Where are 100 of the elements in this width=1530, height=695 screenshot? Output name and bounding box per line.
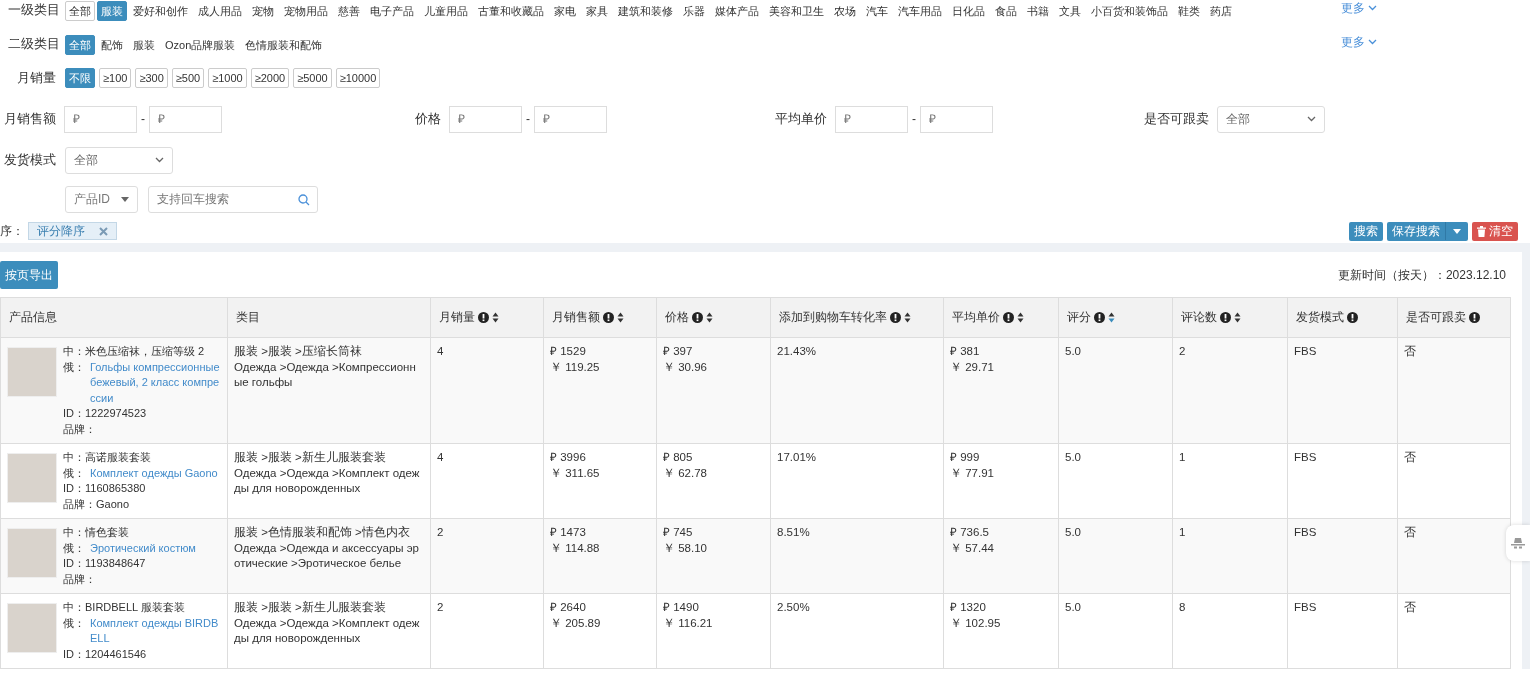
range-separator: - <box>526 111 530 128</box>
filter-option[interactable]: ≥500 <box>171 68 205 88</box>
cell-text: ￥ 58.10 <box>663 540 708 556</box>
search-type-select[interactable]: 产品ID <box>65 185 138 213</box>
more-link[interactable]: 更多 <box>1341 35 1377 49</box>
cell-text: 否 <box>1404 450 1417 465</box>
clear-button[interactable]: 清空 <box>1472 221 1518 241</box>
cell-text: 2.50% <box>777 600 811 615</box>
label-text: 俄： <box>63 540 85 556</box>
cell-text: 5.0 <box>1065 600 1082 615</box>
input-field[interactable]: ₽ <box>64 105 137 133</box>
filter-option[interactable]: ≥100 <box>99 68 132 88</box>
cell-text: ₽ 397 <box>663 344 694 359</box>
cell-text: Одежда >Одежда >Компрессионные гольфы <box>234 359 417 390</box>
select-field[interactable]: 全部 <box>65 146 173 174</box>
cell-text: ￥ 29.71 <box>950 359 995 375</box>
cell-text: 4 <box>437 450 445 465</box>
cell-text: ￥ 116.21 <box>663 615 714 631</box>
cell-text: 2 <box>437 600 445 615</box>
product-link[interactable]: Комплект одежды BIRDBELL <box>90 615 221 647</box>
save-search-button[interactable]: 保存搜索 <box>1387 221 1468 241</box>
column-header: 产品信息 <box>9 309 57 325</box>
cell-text: 2 <box>1179 344 1187 359</box>
filter-option[interactable]: ≥2000 <box>250 68 290 88</box>
sort-icon[interactable] <box>1234 312 1241 323</box>
cell-text: 否 <box>1404 344 1417 359</box>
cell-text: 5.0 <box>1065 525 1082 540</box>
filter-label: 月销量 <box>16 69 56 88</box>
input-field[interactable]: ₽ <box>835 105 908 133</box>
cell-text: ￥ 62.78 <box>663 465 708 481</box>
sort-icon[interactable] <box>1017 312 1024 323</box>
search-field[interactable]: 支持回车搜索 <box>148 185 318 213</box>
cell-text: ₽ 999 <box>950 450 981 465</box>
cell-text: ₽ 1529 <box>550 344 587 359</box>
brand-text: 品牌： <box>63 421 97 437</box>
filter-option[interactable]: ≥1000 <box>208 68 247 88</box>
sort-icon[interactable] <box>904 312 911 323</box>
product-id: ID：1222974523 <box>63 406 148 421</box>
product-link[interactable]: Комплект одежды Gaono <box>90 465 218 481</box>
cell-text: 8 <box>1179 600 1187 615</box>
filter-option[interactable]: ≥300 <box>135 68 168 88</box>
input-field[interactable]: ₽ <box>149 105 222 133</box>
search-button[interactable]: 搜索 <box>1349 221 1383 241</box>
photo-placeholder <box>7 603 57 653</box>
brand-text: 品牌： <box>63 571 97 587</box>
close-icon[interactable] <box>99 226 108 236</box>
tag-label: 评分降序 <box>37 223 85 240</box>
column-header: 是否可跟卖 <box>1406 309 1466 325</box>
filter-option[interactable]: 全部 <box>65 1 95 21</box>
cell-text: 21.43% <box>777 344 817 359</box>
filter-option[interactable]: 服装 <box>97 1 127 21</box>
sort-icon[interactable] <box>617 312 624 323</box>
input-field[interactable]: ₽ <box>534 105 607 133</box>
cell-text: ₽ 2640 <box>550 600 587 615</box>
caret-icon <box>121 196 129 202</box>
search-icon <box>298 193 310 206</box>
filter-option[interactable]: 不限 <box>65 68 95 88</box>
chevron-down-icon <box>1368 39 1377 45</box>
cell-text: ₽ 736.5 <box>950 525 990 540</box>
column-header: 类目 <box>236 309 260 325</box>
filter-option[interactable]: 全部 <box>65 35 95 55</box>
chevron-down-icon <box>1307 116 1316 122</box>
cell-text: ₽ 805 <box>663 450 694 465</box>
product-id: ID：1160865380 <box>63 481 147 496</box>
column-header: 平均单价 <box>952 309 1000 325</box>
cell-text: 4 <box>437 344 445 359</box>
sort-icon[interactable] <box>492 312 499 323</box>
range-separator: - <box>141 111 145 128</box>
filter-label: 平均单价 <box>774 110 827 129</box>
cell-text: 8.51% <box>777 525 811 540</box>
floating-tool-tab[interactable] <box>1506 525 1530 561</box>
filter-option[interactable]: ≥5000 <box>293 68 332 88</box>
cell-text: 服装 >服装 >新生儿服装套装 <box>234 600 387 615</box>
export-button[interactable]: 按页导出 <box>0 261 58 289</box>
label-text: 俄： <box>63 359 85 375</box>
product-link[interactable]: Гольфы компрессионные бежевый, 2 класс компрессии <box>90 359 221 406</box>
input-field[interactable]: ₽ <box>449 105 522 133</box>
column-header: 月销售额 <box>552 309 600 325</box>
cell-text: 5.0 <box>1065 450 1082 465</box>
sort-icon[interactable] <box>706 312 713 323</box>
product-name: 中：情色套装 <box>63 525 130 540</box>
filter-option[interactable]: ≥10000 <box>335 68 381 88</box>
chevron-down-icon <box>155 157 164 163</box>
cell-text: ￥ 205.89 <box>550 615 602 631</box>
product-name: 中：BIRDBELL 服装套装 <box>63 600 186 615</box>
cell-text: 2 <box>437 525 445 540</box>
photo-placeholder <box>7 347 57 397</box>
filter-label: 月销售额 <box>3 110 56 129</box>
select-field[interactable]: 全部 <box>1217 105 1325 133</box>
column-header: 评论数 <box>1181 309 1217 325</box>
label-text: 俄： <box>63 465 85 481</box>
filter-label: 二级类目 <box>7 35 60 53</box>
cell-text: ￥ 119.25 <box>550 359 601 375</box>
sort-icon[interactable] <box>1108 312 1115 323</box>
more-link[interactable]: 更多 <box>1341 1 1377 15</box>
filter-label: 是否可跟卖 <box>1144 110 1209 129</box>
product-link[interactable]: Эротический костюм <box>90 540 196 556</box>
cell-text: 17.01% <box>777 450 817 465</box>
input-field[interactable]: ₽ <box>920 105 993 133</box>
cell-text: Одежда >Одежда >Комплект одежды для новорожденных <box>234 465 421 496</box>
